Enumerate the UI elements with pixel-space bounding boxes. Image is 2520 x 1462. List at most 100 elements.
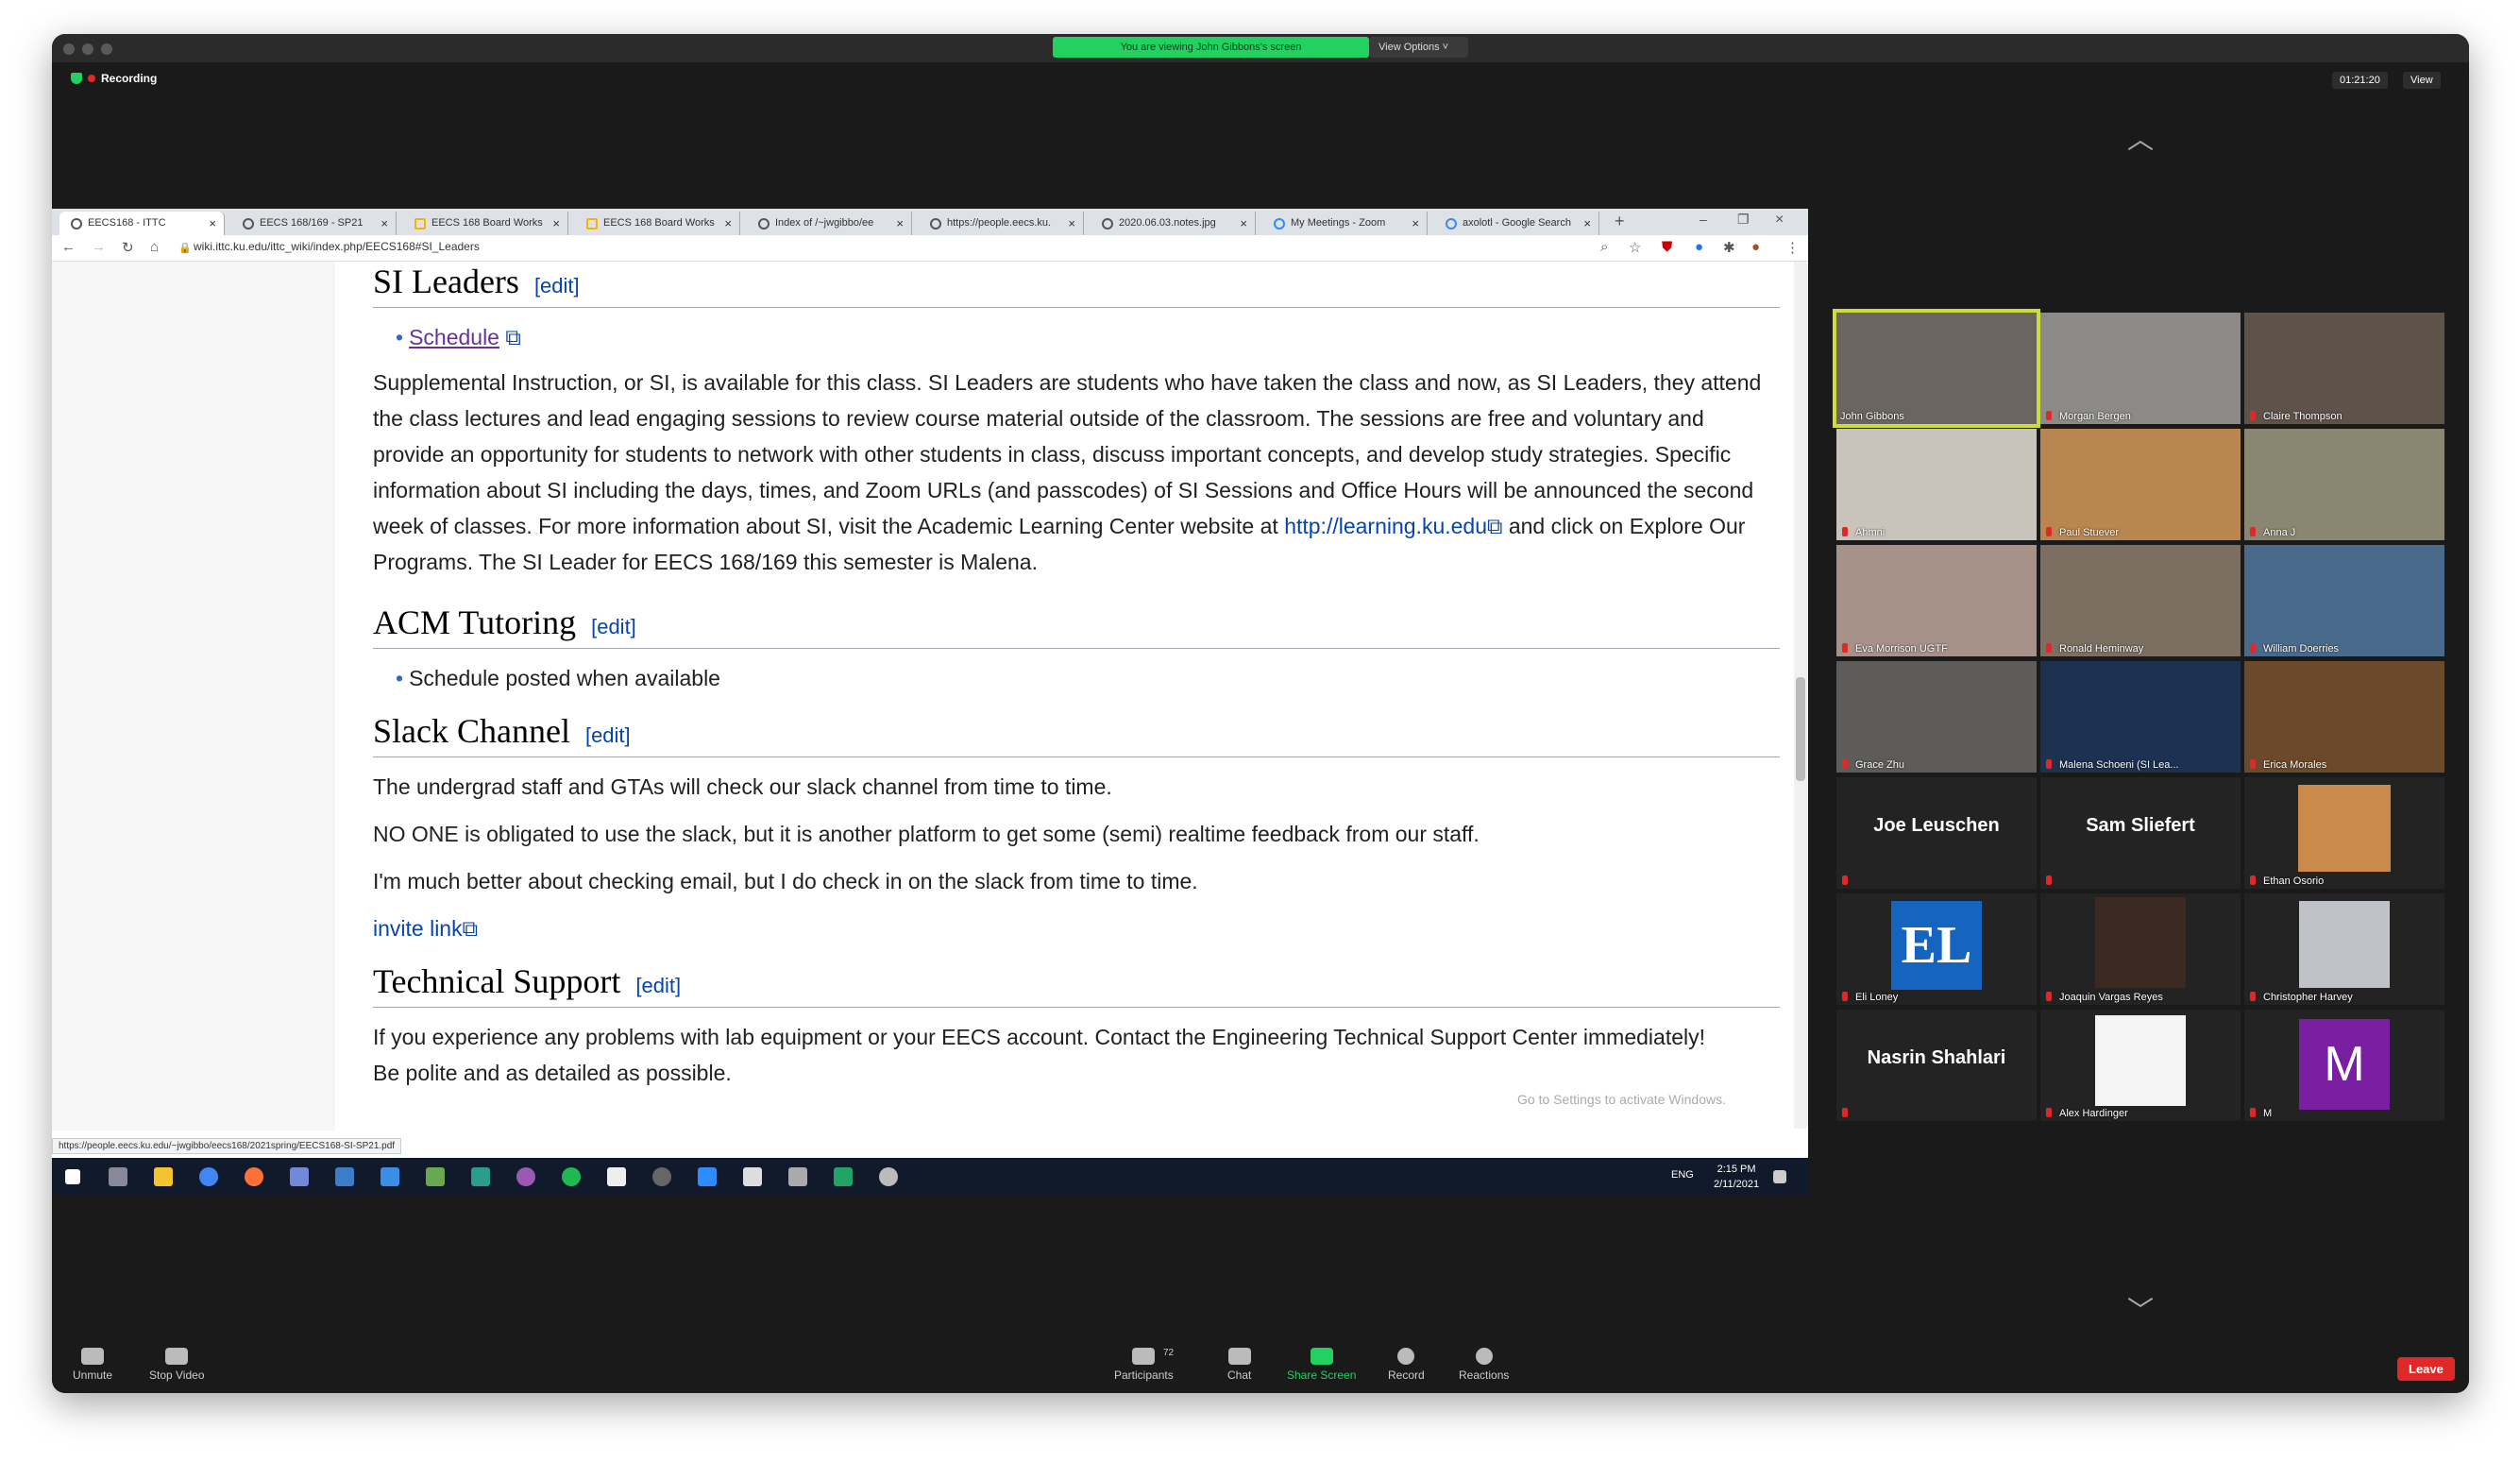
participant-tile[interactable]: Grace Zhu: [1836, 661, 2037, 773]
edit-link[interactable]: [edit]: [635, 974, 681, 997]
home-icon[interactable]: ⌂: [150, 239, 159, 255]
browser-tab[interactable]: Index of /~jwgibbo/ee ×: [747, 212, 912, 235]
app-icon[interactable]: [788, 1167, 807, 1186]
reload-icon[interactable]: ↻: [122, 239, 134, 256]
participant-tile[interactable]: Sam Sliefert: [2040, 777, 2241, 889]
star-icon[interactable]: ☆: [1629, 239, 1641, 256]
participant-tile[interactable]: Paul Stuever: [2040, 429, 2241, 540]
reactions-button[interactable]: Reactions: [1459, 1348, 1509, 1382]
view-options-button[interactable]: View Options ˅: [1369, 37, 1468, 58]
close-tab-icon[interactable]: ×: [552, 212, 560, 235]
stop-video-button[interactable]: Stop Video: [149, 1348, 205, 1382]
close-tab-icon[interactable]: ×: [381, 212, 388, 235]
edit-link[interactable]: [edit]: [534, 274, 580, 298]
minimize-icon[interactable]: –: [1700, 212, 1707, 227]
participant-tile[interactable]: Ahmni: [1836, 429, 2037, 540]
participant-tile[interactable]: Alex Hardinger: [2040, 1010, 2241, 1121]
app-icon[interactable]: [471, 1167, 490, 1186]
participant-tile[interactable]: Joe Leuschen: [1836, 777, 2037, 889]
minimize-window-button[interactable]: [82, 43, 93, 55]
task-view-icon[interactable]: [109, 1167, 127, 1186]
puzzle-icon[interactable]: ✱: [1723, 239, 1735, 256]
firefox-icon[interactable]: [245, 1167, 263, 1186]
close-tab-icon[interactable]: ×: [1412, 212, 1419, 235]
edit-link[interactable]: [edit]: [591, 615, 636, 638]
close-tab-icon[interactable]: ×: [209, 212, 216, 235]
ublock-icon[interactable]: ⛊: [1662, 239, 1672, 255]
participant-tile[interactable]: Morgan Bergen: [2040, 313, 2241, 424]
forward-icon[interactable]: →: [92, 239, 106, 255]
participant-tile[interactable]: Erica Morales: [2244, 661, 2444, 773]
close-icon[interactable]: ×: [1775, 212, 1784, 229]
browser-tab[interactable]: EECS 168 Board Works ×: [403, 212, 568, 235]
notepad-icon[interactable]: [743, 1167, 762, 1186]
file-explorer-icon[interactable]: [154, 1167, 173, 1186]
terminal-icon[interactable]: [335, 1167, 354, 1186]
participant-tile[interactable]: MM: [2244, 1010, 2444, 1121]
language-indicator[interactable]: ENG: [1671, 1169, 1694, 1181]
browser-tab[interactable]: axolotl - Google Search ×: [1434, 212, 1599, 235]
windows-start-icon[interactable]: [65, 1169, 80, 1184]
participant-tile[interactable]: William Doerries: [2244, 545, 2444, 656]
browser-tab[interactable]: EECS 168 Board Works ×: [575, 212, 740, 235]
page-scrollbar[interactable]: [1794, 262, 1807, 1129]
view-button[interactable]: View: [2403, 72, 2441, 89]
participant-tile[interactable]: Eva Morrison UGTF: [1836, 545, 2037, 656]
close-tab-icon[interactable]: ×: [1068, 212, 1075, 235]
chat-button[interactable]: Chat: [1227, 1348, 1251, 1382]
participant-tile[interactable]: Anna J: [2244, 429, 2444, 540]
edit-link[interactable]: [edit]: [585, 723, 631, 747]
chevron-down-icon[interactable]: ﹀: [2127, 1290, 2154, 1328]
close-tab-icon[interactable]: ×: [1583, 212, 1591, 235]
back-icon[interactable]: ←: [61, 239, 76, 255]
new-tab-icon[interactable]: +: [1615, 212, 1625, 231]
leave-button[interactable]: Leave: [2397, 1357, 2455, 1381]
learning-link[interactable]: http://learning.ku.edu: [1284, 514, 1487, 538]
chrome-icon[interactable]: [199, 1167, 218, 1186]
schedule-link[interactable]: Schedule: [409, 325, 499, 349]
chevron-up-icon[interactable]: ︿: [2127, 119, 2154, 157]
app-icon[interactable]: [879, 1167, 898, 1186]
participant-tile[interactable]: Nasrin Shahlari: [1836, 1010, 2037, 1121]
share-screen-button[interactable]: Share Screen: [1287, 1348, 1356, 1382]
participant-tile[interactable]: John Gibbons: [1833, 309, 2040, 428]
invite-link[interactable]: invite link: [373, 916, 463, 941]
zoom-icon[interactable]: [698, 1167, 717, 1186]
spreadsheet-icon[interactable]: [834, 1167, 853, 1186]
participant-tile[interactable]: Ethan Osorio: [2244, 777, 2444, 889]
participant-tile[interactable]: Claire Thompson: [2244, 313, 2444, 424]
record-button[interactable]: Record: [1388, 1348, 1425, 1382]
close-tab-icon[interactable]: ×: [1240, 212, 1247, 235]
spotify-icon[interactable]: [562, 1167, 581, 1186]
browser-tab[interactable]: My Meetings - Zoom ×: [1262, 212, 1428, 235]
browser-tab[interactable]: EECS168 - ITTC ×: [59, 212, 225, 235]
zoom-window-button[interactable]: [101, 43, 112, 55]
app-icon[interactable]: [607, 1167, 626, 1186]
close-window-button[interactable]: [63, 43, 75, 55]
participant-tile[interactable]: EL Eli Loney: [1836, 893, 2037, 1005]
unmute-button[interactable]: Unmute: [73, 1348, 112, 1382]
app-icon[interactable]: [516, 1167, 535, 1186]
browser-tab[interactable]: https://people.eecs.ku. ×: [919, 212, 1084, 235]
menu-dots-icon[interactable]: ⋮: [1785, 239, 1800, 256]
scrollbar-thumb[interactable]: [1796, 677, 1805, 781]
restore-icon[interactable]: ❐: [1737, 212, 1750, 228]
close-tab-icon[interactable]: ×: [896, 212, 904, 235]
participant-tile[interactable]: Joaquin Vargas Reyes: [2040, 893, 2241, 1005]
notification-icon[interactable]: [1773, 1170, 1786, 1183]
extension-icon[interactable]: ●: [1695, 239, 1703, 255]
taskbar-clock[interactable]: 2:15 PM 2/11/2021: [1714, 1162, 1759, 1192]
steam-icon[interactable]: [652, 1167, 671, 1186]
participant-tile[interactable]: Ronald Heminway: [2040, 545, 2241, 656]
browser-tab[interactable]: EECS 168/169 - SP21 ×: [231, 212, 397, 235]
search-icon[interactable]: ⌕: [1600, 239, 1608, 255]
url-field[interactable]: wiki.ittc.ku.edu/ittc_wiki/index.php/EEC…: [194, 240, 480, 253]
arrow-icon[interactable]: [381, 1167, 399, 1186]
discord-icon[interactable]: [290, 1167, 309, 1186]
participant-tile[interactable]: Malena Schoeni (SI Lea...: [2040, 661, 2241, 773]
participants-button[interactable]: Participants 72: [1114, 1348, 1174, 1382]
profile-avatar-icon[interactable]: ●: [1751, 239, 1760, 255]
app-icon[interactable]: [426, 1167, 445, 1186]
close-tab-icon[interactable]: ×: [724, 212, 732, 235]
browser-tab[interactable]: 2020.06.03.notes.jpg ×: [1091, 212, 1256, 235]
